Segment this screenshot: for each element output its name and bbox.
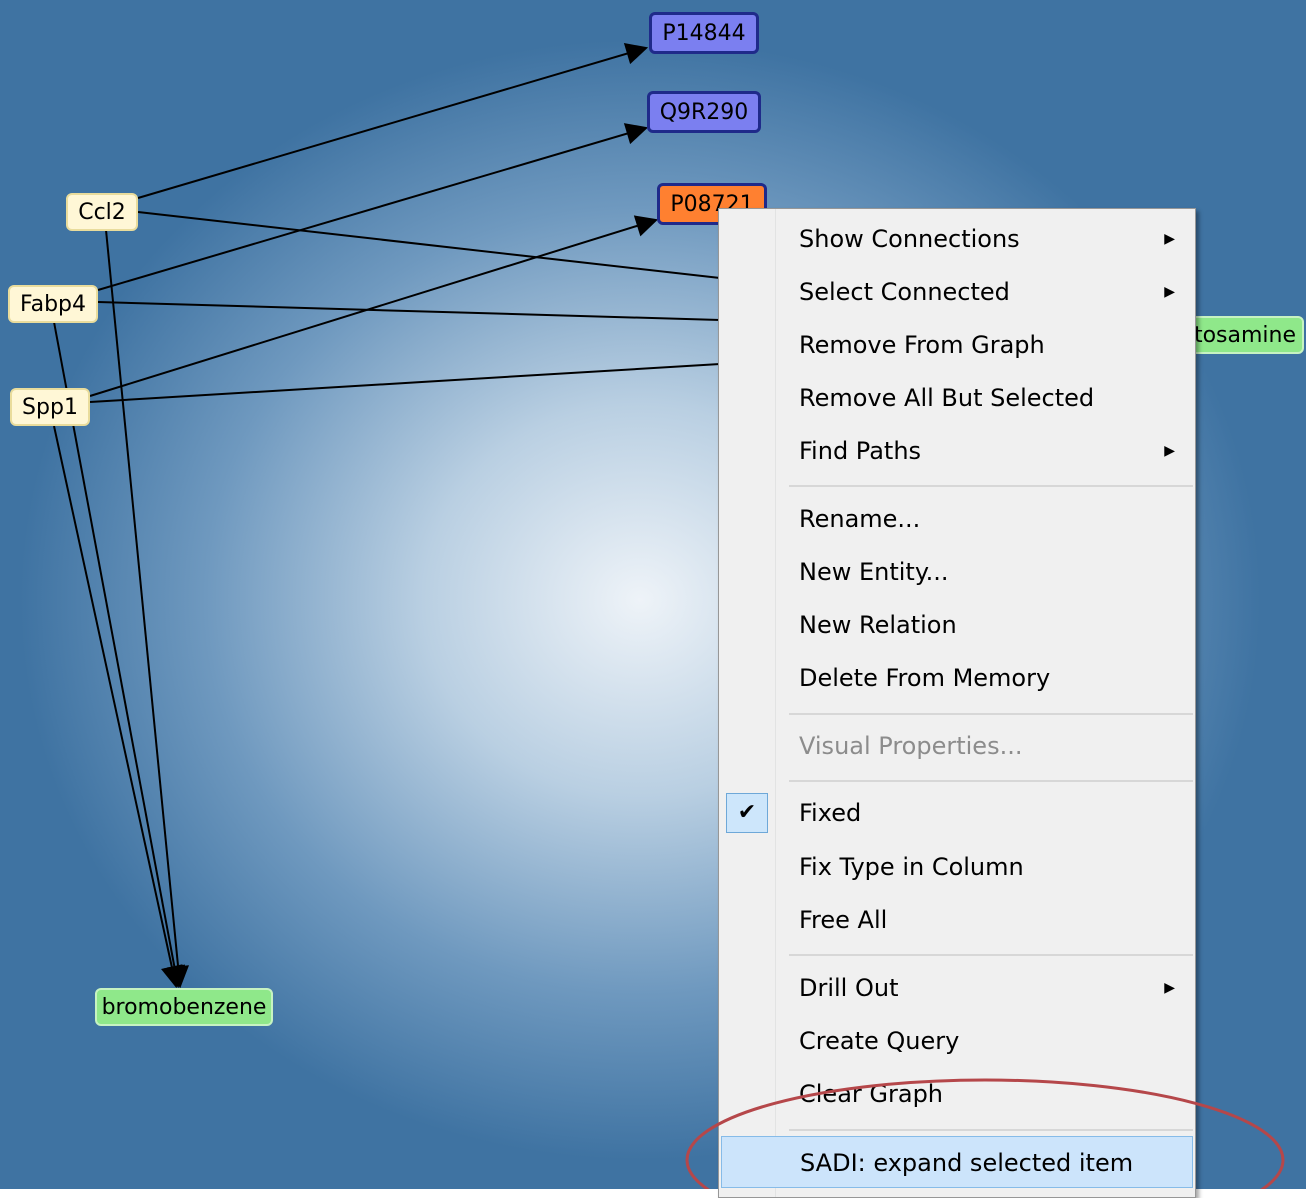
submenu-arrow-icon: ▶: [1164, 284, 1175, 300]
menu-item-create-query[interactable]: Create Query: [721, 1015, 1193, 1067]
menu-item-remove-all-but-selected[interactable]: Remove All But Selected: [721, 372, 1193, 424]
menu-item-label: New Entity...: [799, 558, 949, 586]
edge-spp1-bromobenzene: [53, 425, 183, 989]
menu-item-label: Visual Properties...: [799, 732, 1023, 760]
menu-item-label: Rename...: [799, 505, 921, 533]
menu-item-free-all[interactable]: Free All: [721, 894, 1193, 946]
menu-item-find-paths[interactable]: Find Paths ▶: [721, 425, 1193, 477]
menu-item-visual-properties: Visual Properties...: [721, 720, 1193, 772]
menu-item-label: Fixed: [799, 799, 862, 827]
menu-item-label: Find Paths: [799, 437, 922, 465]
menu-item-label: Clear Graph: [799, 1080, 944, 1108]
node-bromobenzene[interactable]: bromobenzene: [95, 988, 273, 1026]
menu-separator: [789, 954, 1193, 956]
menu-item-label: Show Connections: [799, 225, 1020, 253]
context-menu: Show Connections ▶ Select Connected ▶ Re…: [718, 208, 1196, 1198]
edge-spp1-tosamine: [89, 363, 721, 403]
menu-separator: [789, 713, 1193, 715]
submenu-arrow-icon: ▶: [1164, 231, 1175, 247]
menu-item-label: New Relation: [799, 611, 957, 639]
node-ccl2[interactable]: Ccl2: [66, 193, 138, 231]
edge-spp1-p08721: [89, 215, 659, 397]
menu-item-clear-graph[interactable]: Clear Graph: [721, 1068, 1193, 1120]
menu-separator: [789, 780, 1193, 782]
menu-item-label: Delete From Memory: [799, 664, 1051, 692]
menu-separator: [789, 1129, 1193, 1131]
edge-ccl2-bromobenzene: [105, 229, 190, 989]
menu-item-remove-from-graph[interactable]: Remove From Graph: [721, 319, 1193, 371]
edge-fabp4-tosamine: [97, 301, 721, 321]
menu-item-label: Free All: [799, 906, 888, 934]
menu-item-label: Drill Out: [799, 974, 899, 1002]
menu-item-show-connections[interactable]: Show Connections ▶: [721, 213, 1193, 265]
menu-item-fix-type-in-column[interactable]: Fix Type in Column: [721, 841, 1193, 893]
menu-item-select-connected[interactable]: Select Connected ▶: [721, 266, 1193, 318]
menu-item-label: Remove All But Selected: [799, 384, 1095, 412]
menu-item-sadi-expand[interactable]: SADI: expand selected item: [721, 1136, 1193, 1188]
menu-item-label: SADI: expand selected item: [800, 1149, 1134, 1177]
node-fabp4[interactable]: Fabp4: [8, 285, 98, 323]
menu-separator: [789, 485, 1193, 487]
menu-item-label: Remove From Graph: [799, 331, 1045, 359]
menu-item-drill-out[interactable]: Drill Out ▶: [721, 962, 1193, 1014]
check-icon: ✔: [726, 793, 768, 833]
menu-item-label: Fix Type in Column: [799, 853, 1024, 881]
edge-ccl2-tosamine: [137, 211, 721, 279]
submenu-arrow-icon: ▶: [1164, 443, 1175, 459]
menu-item-delete-from-memory[interactable]: Delete From Memory: [721, 652, 1193, 704]
edge-ccl2-p14844: [137, 43, 649, 199]
edge-fabp4-q9r290: [97, 123, 649, 291]
menu-item-new-entity[interactable]: New Entity...: [721, 546, 1193, 598]
node-q9r290[interactable]: Q9R290: [647, 91, 761, 133]
menu-item-new-relation[interactable]: New Relation: [721, 599, 1193, 651]
menu-item-label: Create Query: [799, 1027, 960, 1055]
menu-item-fixed[interactable]: ✔ Fixed: [721, 787, 1193, 839]
node-p14844[interactable]: P14844: [649, 12, 759, 54]
node-spp1[interactable]: Spp1: [10, 388, 90, 426]
menu-item-rename[interactable]: Rename...: [721, 493, 1193, 545]
menu-item-label: Select Connected: [799, 278, 1010, 306]
submenu-arrow-icon: ▶: [1164, 980, 1175, 996]
